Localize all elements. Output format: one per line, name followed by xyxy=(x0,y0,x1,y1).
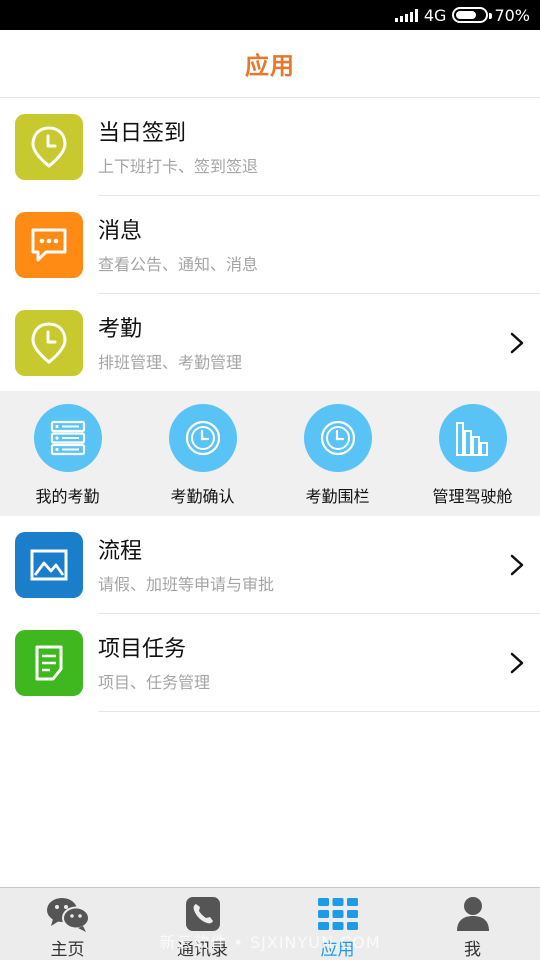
nav-tab-label: 主页 xyxy=(50,940,85,960)
chevron-right-icon xyxy=(510,652,524,674)
quick-item-my-attendance[interactable]: 我的考勤 xyxy=(0,391,135,516)
bar-chart-icon xyxy=(439,404,507,472)
list-item-daily-checkin[interactable]: 当日签到 上下班打卡、签到签退 xyxy=(0,98,540,196)
chevron-right-icon xyxy=(510,332,524,354)
chat-bubbles-icon xyxy=(45,895,91,933)
item-subtitle: 上下班打卡、签到签退 xyxy=(98,157,259,176)
attendance-quick-grid: 我的考勤 考勤确认 考勤围栏 管理驾驶舱 xyxy=(0,391,540,516)
nav-tab-apps[interactable]: 应用 xyxy=(270,888,405,960)
quick-item-label: 考勤确认 xyxy=(170,487,235,506)
item-subtitle: 请假、加班等申请与审批 xyxy=(98,575,275,594)
phone-icon xyxy=(180,895,226,933)
signal-icon xyxy=(394,8,418,22)
quick-item-label: 考勤围栏 xyxy=(305,487,370,506)
quick-item-management-cockpit[interactable]: 管理驾驶舱 xyxy=(405,391,540,516)
grid-icon xyxy=(315,895,361,933)
quick-item-attendance-fence[interactable]: 考勤围栏 xyxy=(270,391,405,516)
item-title: 项目任务 xyxy=(98,637,187,662)
item-title: 考勤 xyxy=(98,317,143,342)
network-type: 4G xyxy=(423,5,447,25)
list-item-workflow[interactable]: 流程 请假、加班等申请与审批 xyxy=(0,516,540,614)
list-item-project-tasks[interactable]: 项目任务 项目、任务管理 xyxy=(0,614,540,712)
item-title: 消息 xyxy=(98,219,143,244)
battery-percent: 70% xyxy=(494,5,530,25)
bottom-navigation: 主页 通讯录 应用 我 xyxy=(0,887,540,960)
app-header: 应用 xyxy=(0,30,540,98)
location-clock-icon xyxy=(15,310,83,376)
server-stack-icon xyxy=(34,404,102,472)
item-title: 当日签到 xyxy=(98,121,187,146)
clock-icon xyxy=(169,404,237,472)
clock-icon xyxy=(304,404,372,472)
nav-tab-label: 我 xyxy=(464,940,481,960)
location-clock-icon xyxy=(15,114,83,180)
quick-item-label: 我的考勤 xyxy=(35,487,100,506)
message-icon xyxy=(15,212,83,278)
status-indicators: 4G 70% xyxy=(394,5,530,25)
image-frame-icon xyxy=(15,532,83,598)
item-subtitle: 查看公告、通知、消息 xyxy=(98,255,259,274)
item-subtitle: 项目、任务管理 xyxy=(98,673,211,692)
list-item-messages[interactable]: 消息 查看公告、通知、消息 xyxy=(0,196,540,294)
item-title: 流程 xyxy=(98,539,143,564)
page-title: 应用 xyxy=(245,52,295,80)
person-icon xyxy=(450,895,496,933)
nav-tab-me[interactable]: 我 xyxy=(405,888,540,960)
chevron-right-icon xyxy=(510,554,524,576)
quick-item-label: 管理驾驶舱 xyxy=(432,487,513,506)
nav-tab-contacts[interactable]: 通讯录 xyxy=(135,888,270,960)
status-bar: 4G 70% xyxy=(0,0,540,30)
item-subtitle: 排班管理、考勤管理 xyxy=(98,353,243,372)
document-edit-icon xyxy=(15,630,83,696)
battery-icon xyxy=(452,7,493,23)
nav-tab-home[interactable]: 主页 xyxy=(0,888,135,960)
quick-item-attendance-confirm[interactable]: 考勤确认 xyxy=(135,391,270,516)
nav-tab-label: 通讯录 xyxy=(177,940,228,960)
list-item-attendance[interactable]: 考勤 排班管理、考勤管理 xyxy=(0,294,540,391)
divider xyxy=(98,711,540,712)
nav-tab-label: 应用 xyxy=(320,940,355,960)
